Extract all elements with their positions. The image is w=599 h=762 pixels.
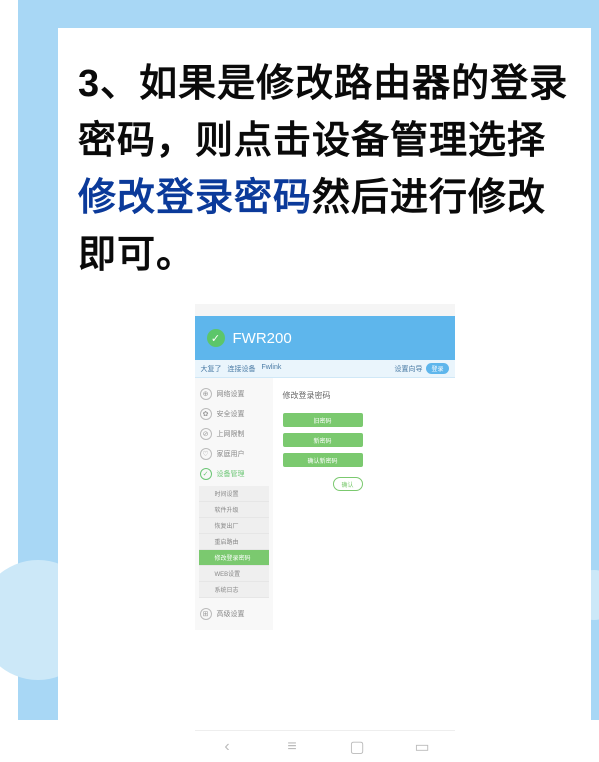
- menu-icon[interactable]: ≡: [283, 738, 301, 756]
- new-password-input[interactable]: 新密码: [283, 433, 363, 447]
- sidebar-item-security[interactable]: ✿ 安全设置: [195, 404, 273, 424]
- sub-item-factory[interactable]: 恢复出厂: [199, 518, 269, 534]
- router-screenshot: ✓ FWR200 大复了 连接设备 Fwlink 设置向导 登录 ⊕: [195, 304, 455, 762]
- content-title: 修改登录密码: [283, 390, 445, 401]
- content-area: 修改登录密码 旧密码 新密码 确认新密码 确认: [273, 378, 455, 630]
- family-icon: ♡: [200, 448, 212, 460]
- tabs-icon[interactable]: ▭: [413, 738, 431, 756]
- app-header: ✓ FWR200: [195, 316, 455, 360]
- sub-item-time[interactable]: 时间设置: [199, 486, 269, 502]
- old-password-input[interactable]: 旧密码: [283, 413, 363, 427]
- network-icon: ⊕: [200, 388, 212, 400]
- sidebar-sublist: 时间设置 软件升级 恢复出厂 重启路由 修改登录密码 WEB设置 系统日志: [199, 486, 269, 598]
- nav-right-text[interactable]: 设置向导: [394, 364, 422, 374]
- nav-bar: 大复了 连接设备 Fwlink 设置向导 登录: [195, 360, 455, 378]
- limit-icon: ⊘: [200, 428, 212, 440]
- phone-nav-bar: ‹ ≡ ▢ ▭: [195, 730, 455, 762]
- check-icon: ✓: [207, 329, 225, 347]
- main-panel: ⊕ 网络设置 ✿ 安全设置 ⊘ 上网限制 ♡ 家庭用户: [195, 378, 455, 630]
- sub-item-upgrade[interactable]: 软件升级: [199, 502, 269, 518]
- confirm-password-input[interactable]: 确认新密码: [283, 453, 363, 467]
- sidebar-item-advanced[interactable]: ⊞ 高级设置: [195, 604, 273, 624]
- instruction-prefix: 3、如果是修改路由器的登录密码，则点击设备管理选择: [78, 63, 568, 162]
- security-icon: ✿: [200, 408, 212, 420]
- device-name: FWR200: [233, 330, 292, 347]
- sidebar-item-network[interactable]: ⊕ 网络设置: [195, 384, 273, 404]
- instruction-text: 3、如果是修改路由器的登录密码，则点击设备管理选择修改登录密码然后进行修改即可。: [78, 56, 571, 284]
- nav-item-3[interactable]: Fwlink: [262, 364, 282, 374]
- confirm-button[interactable]: 确认: [333, 477, 363, 491]
- sidebar-item-device[interactable]: ✓ 设备管理: [195, 464, 273, 484]
- content-card: 3、如果是修改路由器的登录密码，则点击设备管理选择修改登录密码然后进行修改即可。…: [58, 28, 591, 720]
- nav-item-1[interactable]: 大复了: [201, 364, 222, 374]
- back-icon[interactable]: ‹: [218, 738, 236, 756]
- nav-pill[interactable]: 登录: [426, 363, 448, 374]
- sub-item-web[interactable]: WEB设置: [199, 566, 269, 582]
- phone-status-bar: [195, 304, 455, 316]
- nav-item-2[interactable]: 连接设备: [228, 364, 256, 374]
- sidebar: ⊕ 网络设置 ✿ 安全设置 ⊘ 上网限制 ♡ 家庭用户: [195, 378, 273, 630]
- sub-item-password[interactable]: 修改登录密码: [199, 550, 269, 566]
- sub-item-log[interactable]: 系统日志: [199, 582, 269, 598]
- sidebar-item-family[interactable]: ♡ 家庭用户: [195, 444, 273, 464]
- device-icon: ✓: [200, 468, 212, 480]
- instruction-highlight: 修改登录密码: [78, 177, 312, 219]
- sidebar-item-limit[interactable]: ⊘ 上网限制: [195, 424, 273, 444]
- bookmark-icon[interactable]: ▢: [348, 738, 366, 756]
- advanced-icon: ⊞: [200, 608, 212, 620]
- sub-item-reboot[interactable]: 重启路由: [199, 534, 269, 550]
